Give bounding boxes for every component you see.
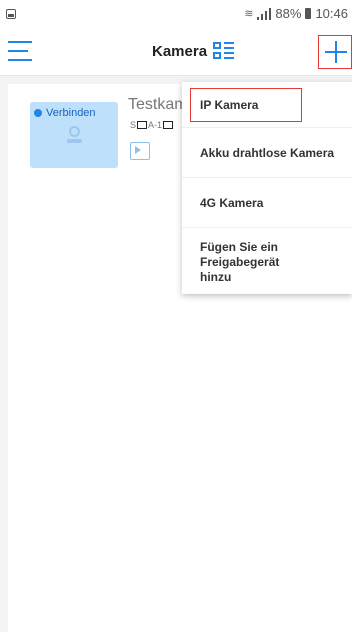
clock: 10:46 — [315, 6, 348, 21]
menu-item-share-device[interactable]: Fügen Sie ein Freigabegerät hinzu — [182, 240, 352, 288]
add-device-menu: IP Kamera Akku drahtlose Kamera 4G Kamer… — [182, 82, 352, 294]
menu-item-label: 4G Kamera — [200, 196, 264, 210]
camera-icon — [64, 126, 84, 146]
status-right: ≋ 88% 10:46 — [244, 6, 348, 21]
device-name: Testkam — [128, 96, 188, 113]
screenshot-indicator-icon — [6, 9, 16, 19]
app-bar: Kamera — [0, 28, 352, 76]
connection-status: Verbinden — [34, 107, 96, 119]
device-serial: S A-1 — [130, 120, 174, 130]
selection-highlight — [190, 88, 302, 122]
add-device-button[interactable] — [318, 35, 352, 69]
menu-icon[interactable] — [8, 41, 32, 61]
menu-item-battery-camera[interactable]: Akku drahtlose Kamera — [182, 128, 352, 178]
status-bar: ≋ 88% 10:46 — [0, 0, 352, 28]
signal-icon — [257, 7, 272, 20]
view-toggle-icon[interactable] — [213, 42, 235, 60]
battery-percent: 88% — [275, 6, 302, 21]
redacted-box — [137, 121, 148, 129]
status-label: Verbinden — [46, 107, 96, 119]
menu-item-label: Akku drahtlose Kamera — [200, 146, 335, 160]
title-group: Kamera — [152, 42, 235, 60]
page-title: Kamera — [152, 42, 208, 60]
camera-thumbnail[interactable]: Verbinden — [30, 102, 118, 168]
battery-icon — [305, 8, 312, 19]
menu-item-label: Fügen Sie ein Freigabegerät hinzu — [200, 240, 280, 284]
wifi-icon: ≋ — [244, 8, 254, 20]
redacted-box — [163, 121, 174, 129]
menu-item-4g-camera[interactable]: 4G Kamera — [182, 178, 352, 228]
playback-icon[interactable] — [130, 142, 150, 160]
status-dot-icon — [34, 109, 42, 117]
